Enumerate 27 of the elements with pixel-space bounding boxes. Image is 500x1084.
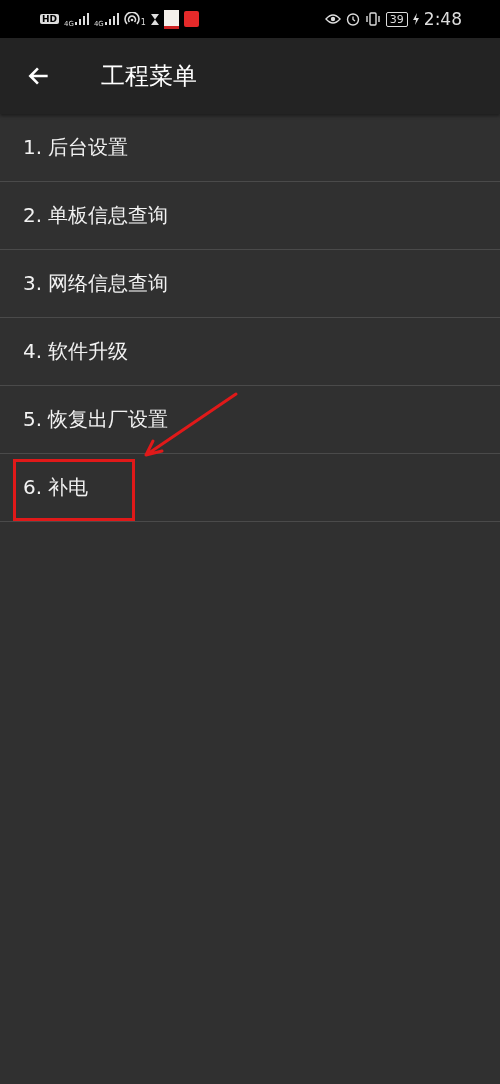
menu-item-label: 4. 软件升级 <box>23 338 129 365</box>
menu-item-label: 1. 后台设置 <box>23 134 129 161</box>
alarm-icon <box>345 12 360 26</box>
app-icon <box>163 9 179 29</box>
battery-indicator: 39 <box>385 11 408 27</box>
screen-title: 工程菜单 <box>101 61 197 92</box>
signal-icon <box>74 13 89 25</box>
menu-item[interactable]: 1. 后台设置 <box>0 114 500 182</box>
menu-item[interactable]: 3. 网络信息查询 <box>0 250 500 318</box>
clock-time: 2:48 <box>423 9 462 29</box>
hotspot-count: 1 <box>140 17 146 27</box>
hd-badge: HD <box>40 14 59 24</box>
menu-item[interactable]: 5. 恢复出厂设置 <box>0 386 500 454</box>
menu-item-label: 2. 单板信息查询 <box>23 202 169 229</box>
hotspot-icon <box>123 12 140 26</box>
app-icon <box>183 11 199 27</box>
charging-icon <box>412 13 419 25</box>
menu-item[interactable]: 6. 补电 <box>0 454 500 522</box>
menu-item-label: 5. 恢复出厂设置 <box>23 406 169 433</box>
menu-item[interactable]: 2. 单板信息查询 <box>0 182 500 250</box>
menu-item[interactable]: 4. 软件升级 <box>0 318 500 386</box>
signal-icon <box>104 13 119 25</box>
vibrate-icon <box>364 12 381 26</box>
menu-item-label: 6. 补电 <box>23 474 89 501</box>
menu-item-label: 3. 网络信息查询 <box>23 270 169 297</box>
eye-icon <box>324 13 341 25</box>
hourglass-icon <box>150 13 159 25</box>
